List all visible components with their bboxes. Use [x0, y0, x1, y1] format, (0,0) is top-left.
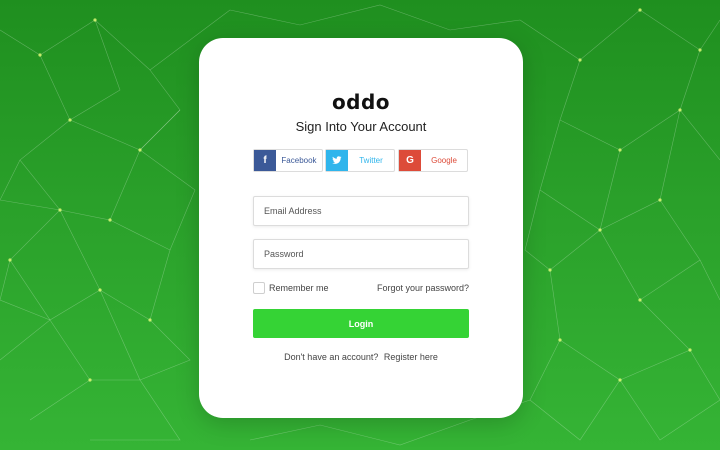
google-button[interactable]: G Google: [398, 149, 468, 172]
page-title: Sign Into Your Account: [295, 119, 427, 134]
password-placeholder: Password: [264, 249, 304, 259]
twitter-button[interactable]: Twitter: [325, 149, 395, 172]
register-link[interactable]: Register here: [384, 352, 438, 362]
facebook-icon: f: [254, 150, 276, 171]
facebook-label: Facebook: [281, 156, 317, 165]
google-icon: G: [399, 150, 421, 171]
remember-row: Remember me Forgot your password?: [253, 282, 469, 296]
login-card: oddo Sign Into Your Account f Facebook T…: [199, 38, 523, 418]
google-label: Google: [431, 156, 457, 165]
email-placeholder: Email Address: [264, 206, 322, 216]
signup-prompt-row: Don't have an account? Register here: [199, 352, 523, 362]
forgot-password-link[interactable]: Forgot your password?: [377, 283, 469, 293]
email-field[interactable]: Email Address: [253, 196, 469, 226]
twitter-icon: [326, 150, 348, 171]
remember-checkbox[interactable]: [253, 282, 265, 294]
brand-logo: oddo: [331, 90, 391, 114]
password-field[interactable]: Password: [253, 239, 469, 269]
login-button[interactable]: Login: [253, 309, 469, 338]
twitter-label: Twitter: [359, 156, 383, 165]
signup-prompt: Don't have an account?: [284, 352, 379, 362]
facebook-button[interactable]: f Facebook: [253, 149, 323, 172]
remember-label[interactable]: Remember me: [269, 283, 329, 293]
